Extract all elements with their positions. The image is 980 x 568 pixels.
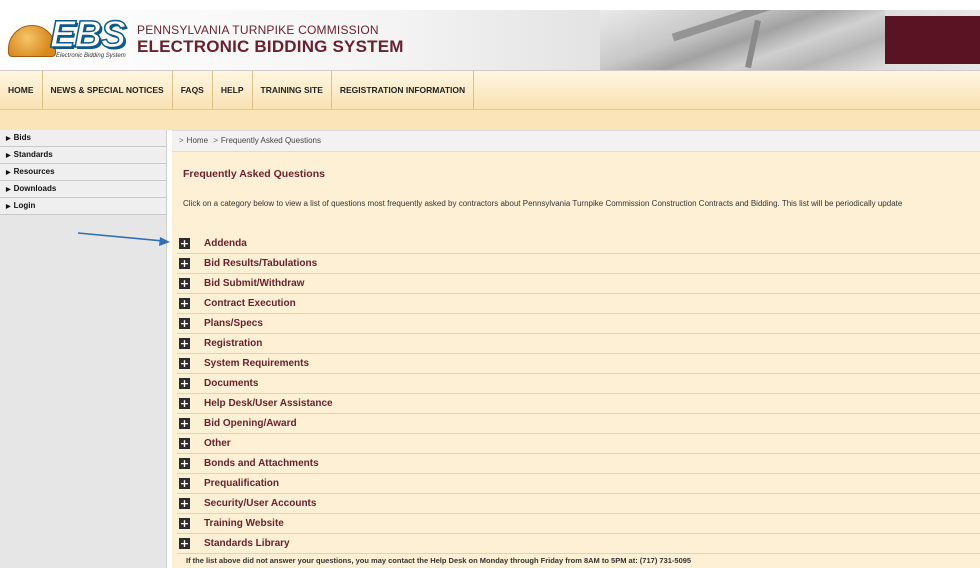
faq-category-label[interactable]: Registration <box>204 338 262 349</box>
faq-category-label[interactable]: Other <box>204 438 231 449</box>
triangle-right-icon: ▶ <box>6 170 11 176</box>
faq-category-label[interactable]: Bid Submit/Withdraw <box>204 278 304 289</box>
expand-plus-icon[interactable]: + <box>179 438 190 449</box>
main-content: > Home > Frequently Asked Questions Freque… <box>172 130 980 568</box>
org-line1: PENNSYLVANIA TURNPIKE COMMISSION <box>137 23 379 37</box>
expand-plus-icon[interactable]: + <box>179 238 190 249</box>
faq-category-row[interactable]: + Help Desk/User Assistance <box>177 394 980 414</box>
faq-category-label[interactable]: Training Website <box>204 518 284 529</box>
faq-category-row[interactable]: + Prequalification <box>177 474 980 494</box>
expand-plus-icon[interactable]: + <box>179 538 190 549</box>
nav-home[interactable]: HOME <box>0 71 43 109</box>
faq-category-label[interactable]: Documents <box>204 378 258 389</box>
triangle-right-icon: ▶ <box>6 187 11 193</box>
logo-tagline: Electronic Bidding System <box>56 53 126 59</box>
ebs-logo[interactable]: EBS Electronic Bidding System <box>8 14 132 61</box>
expand-plus-icon[interactable]: + <box>179 318 190 329</box>
faq-category-row[interactable]: + Bid Results/Tabulations <box>177 254 980 274</box>
faq-category-label[interactable]: Bid Results/Tabulations <box>204 258 317 269</box>
breadcrumb: > Home > Frequently Asked Questions <box>172 130 980 152</box>
expand-plus-icon[interactable]: + <box>179 418 190 429</box>
faq-category-label[interactable]: Security/User Accounts <box>204 498 316 509</box>
faq-category-row[interactable]: + System Requirements <box>177 354 980 374</box>
faq-category-list: + Addenda + Bid Results/Tabulations + Bid Sub… <box>177 234 980 554</box>
faq-category-label[interactable]: Help Desk/User Assistance <box>204 398 333 409</box>
sidebar-item-resources[interactable]: ▶ Resources <box>0 164 166 181</box>
nav-faqs[interactable]: FAQS <box>173 71 213 109</box>
faq-category-label[interactable]: Bonds and Attachments <box>204 458 319 469</box>
triangle-right-icon: ▶ <box>6 153 11 159</box>
expand-plus-icon[interactable]: + <box>179 278 190 289</box>
breadcrumb-current: Frequently Asked Questions <box>220 136 321 145</box>
faq-category-label[interactable]: Plans/Specs <box>204 318 263 329</box>
faq-category-row[interactable]: + Training Website <box>177 514 980 534</box>
header-photo <box>600 10 885 70</box>
expand-plus-icon[interactable]: + <box>179 458 190 469</box>
faq-category-label[interactable]: Bid Opening/Award <box>204 418 297 429</box>
sidebar-item-label: Login <box>13 201 36 210</box>
hardhat-icon <box>8 25 56 57</box>
breadcrumb-home[interactable]: Home <box>187 136 208 145</box>
expand-plus-icon[interactable]: + <box>179 398 190 409</box>
faq-category-label[interactable]: System Requirements <box>204 358 309 369</box>
sidebar-item-label: Bids <box>13 133 31 142</box>
expand-plus-icon[interactable]: + <box>179 298 190 309</box>
faq-category-row[interactable]: + Addenda <box>177 234 980 254</box>
expand-plus-icon[interactable]: + <box>179 258 190 269</box>
expand-plus-icon[interactable]: + <box>179 498 190 509</box>
sidebar-item-login[interactable]: ▶ Login <box>0 198 166 215</box>
faq-category-row[interactable]: + Standards Library <box>177 534 980 554</box>
faq-category-label[interactable]: Contract Execution <box>204 298 296 309</box>
faq-category-label[interactable]: Standards Library <box>204 538 290 549</box>
nav-training-site[interactable]: TRAINING SITE <box>253 71 332 109</box>
header-banner: EBS Electronic Bidding System PENNSYLVAN… <box>0 10 980 71</box>
sidebar-item-standards[interactable]: ▶ Standards <box>0 147 166 164</box>
faq-category-row[interactable]: + Registration <box>177 334 980 354</box>
breadcrumb-chevron-icon: > <box>213 136 218 145</box>
intro-text: Click on a category below to view a list… <box>183 199 903 208</box>
expand-plus-icon[interactable]: + <box>179 378 190 389</box>
faq-category-row[interactable]: + Bid Opening/Award <box>177 414 980 434</box>
faq-category-row[interactable]: + Documents <box>177 374 980 394</box>
faq-category-row[interactable]: + Plans/Specs <box>177 314 980 334</box>
triangle-right-icon: ▶ <box>6 204 11 210</box>
nav-help[interactable]: HELP <box>213 71 253 109</box>
expand-plus-icon[interactable]: + <box>179 478 190 489</box>
sidebar-item-bids[interactable]: ▶ Bids <box>0 130 166 147</box>
faq-category-row[interactable]: + Contract Execution <box>177 294 980 314</box>
faq-category-row[interactable]: + Other <box>177 434 980 454</box>
breadcrumb-chevron-icon: > <box>179 136 184 145</box>
expand-plus-icon[interactable]: + <box>179 358 190 369</box>
faq-category-row[interactable]: + Bid Submit/Withdraw <box>177 274 980 294</box>
nav-subbar <box>0 110 980 130</box>
expand-plus-icon[interactable]: + <box>179 518 190 529</box>
sidebar-item-label: Standards <box>13 150 53 159</box>
org-title: PENNSYLVANIA TURNPIKE COMMISSION ELECTRO… <box>137 23 404 56</box>
faq-category-row[interactable]: + Bonds and Attachments <box>177 454 980 474</box>
expand-plus-icon[interactable]: + <box>179 338 190 349</box>
nav-news[interactable]: NEWS & SPECIAL NOTICES <box>43 71 173 109</box>
nav-registration-info[interactable]: REGISTRATION INFORMATION <box>332 71 475 109</box>
faq-category-row[interactable]: + Security/User Accounts <box>177 494 980 514</box>
sidebar-item-downloads[interactable]: ▶ Downloads <box>0 181 166 198</box>
page-title: Frequently Asked Questions <box>183 168 325 180</box>
logo-text: EBS <box>49 14 127 56</box>
sidebar-item-label: Resources <box>13 167 55 176</box>
help-desk-note: If the list above did not answer your qu… <box>186 556 692 565</box>
triangle-right-icon: ▶ <box>6 136 11 142</box>
sidebar-item-label: Downloads <box>13 184 57 193</box>
top-nav: HOME NEWS & SPECIAL NOTICES FAQS HELP TR… <box>0 71 980 110</box>
header-accent-block <box>885 16 980 64</box>
faq-category-label[interactable]: Addenda <box>204 238 247 249</box>
faq-category-label[interactable]: Prequalification <box>204 478 279 489</box>
sidebar: ▶ Bids ▶ Standards ▶ Resources ▶ Downloads ▶… <box>0 130 167 568</box>
org-line2: ELECTRONIC BIDDING SYSTEM <box>137 37 404 56</box>
